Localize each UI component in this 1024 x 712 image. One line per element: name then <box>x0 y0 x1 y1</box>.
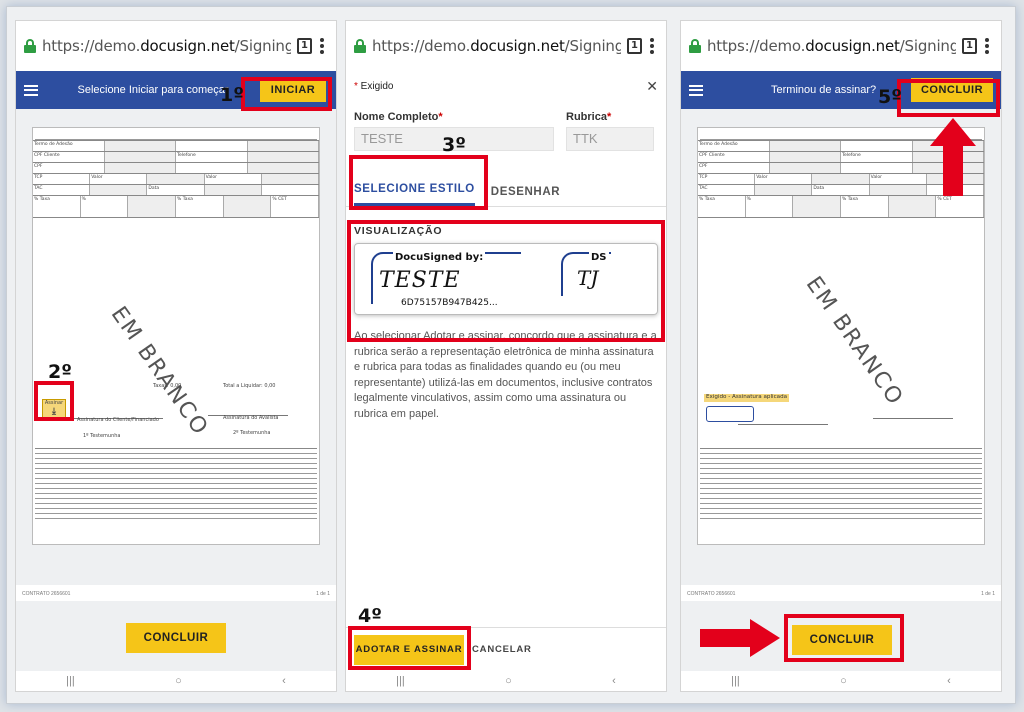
more-menu-icon[interactable] <box>320 38 324 54</box>
lock-icon <box>24 39 36 53</box>
tab-select-style[interactable]: SELECIONE ESTILO <box>354 183 475 206</box>
tabs-icon[interactable]: 1 <box>627 38 642 54</box>
home-icon[interactable]: ○ <box>175 675 182 687</box>
doc-header-line <box>35 130 317 140</box>
docusigned-by-label: DocuSigned by: <box>393 252 486 263</box>
required-note: Exigido <box>354 81 394 92</box>
close-icon[interactable]: ✕ <box>646 78 658 95</box>
signature-id: 6D75157B947B425... <box>401 298 498 308</box>
witness-2-label: 2º Testemunha <box>233 430 271 436</box>
signature-name: TESTE <box>379 268 461 293</box>
taxes-text: Taxas: 0,00 <box>153 383 182 389</box>
conclude-button[interactable]: CONCLUIR <box>792 625 892 655</box>
table-row: CPF Cliente Telefone <box>33 152 319 163</box>
ds-label: DS <box>589 252 609 263</box>
signing-header: Terminou de assinar? CONCLUIR <box>681 71 1001 109</box>
adopt-signature-dialog: Exigido ✕ Nome Completo* TESTE Rubrica* … <box>346 71 666 671</box>
download-icon: ⤓ <box>52 407 56 417</box>
browser-url-bar[interactable]: https://demo.docusign.net/Signing/? 1 <box>346 21 666 71</box>
conclude-top-button[interactable]: CONCLUIR <box>911 78 993 102</box>
initials-input[interactable]: TTK <box>566 127 654 151</box>
name-fields: Nome Completo* TESTE Rubrica* TTK <box>346 101 666 151</box>
signature-line <box>873 418 953 419</box>
start-button[interactable]: INICIAR <box>260 78 326 102</box>
dialog-header: Exigido ✕ <box>346 71 666 101</box>
signature-line <box>738 424 828 425</box>
recent-apps-icon[interactable]: ||| <box>66 675 75 687</box>
home-icon[interactable]: ○ <box>505 675 512 687</box>
document-footer: CONTRATO 2656601 1 de 1 <box>22 591 330 597</box>
initials-field: Rubrica* TTK <box>566 111 654 151</box>
android-nav-bar: ||| ○ ‹ <box>16 671 336 691</box>
phone-panel-start: https://demo.docusign.net/Signing/? 1 Se… <box>15 20 337 692</box>
tabs-icon[interactable]: 1 <box>297 38 312 54</box>
client-signature-label: Assinatura do Cliente/Financiado <box>77 417 159 423</box>
witness-1-label: 1º Testemunha <box>83 433 121 439</box>
initials-stamp: DS TJ <box>561 252 611 296</box>
table-row: % Taxa%% Taxa% CET <box>33 196 319 218</box>
tabs-icon[interactable]: 1 <box>962 38 977 54</box>
bottom-action-bar: CONCLUIR <box>16 601 336 673</box>
home-icon[interactable]: ○ <box>840 675 847 687</box>
signing-header: Selecione Iniciar para começar INICIAR <box>16 71 336 109</box>
initials-signature: TJ <box>577 266 599 290</box>
cancel-button[interactable]: CANCELAR <box>472 644 532 655</box>
table-row: TAC Data <box>33 185 319 196</box>
more-menu-icon[interactable] <box>650 38 654 54</box>
lock-icon <box>354 39 366 53</box>
browser-url-bar[interactable]: https://demo.docusign.net/Signing/? 1 <box>681 21 1001 71</box>
tab-draw[interactable]: DESENHAR <box>491 186 560 206</box>
back-icon[interactable]: ‹ <box>612 675 616 687</box>
table-row: TCP Valor Valor <box>33 174 319 185</box>
url-text[interactable]: https://demo.docusign.net/Signing/? <box>707 37 956 55</box>
initials-label: Rubrica* <box>566 111 612 123</box>
table-row: Termo de Adesão <box>33 141 319 152</box>
dialog-footer: ADOTAR E ASSINAR CANCELAR <box>346 627 666 671</box>
table-row: CPF <box>33 163 319 174</box>
step-1-label: 1º <box>220 84 244 106</box>
conclude-button-disabled[interactable]: CONCLUIR <box>126 623 226 653</box>
android-nav-bar: ||| ○ ‹ <box>681 671 1001 691</box>
signature-stamp: DocuSigned by: TESTE 6D75157B947B425... <box>371 252 521 308</box>
preview-title: VISUALIZAÇÃO <box>354 225 443 237</box>
back-icon[interactable]: ‹ <box>947 675 951 687</box>
phone-panel-adopt: https://demo.docusign.net/Signing/? 1 Ex… <box>345 20 667 692</box>
signature-applied-tag: Exigido - Assinatura aplicada <box>704 394 790 402</box>
recent-apps-icon[interactable]: ||| <box>731 675 740 687</box>
total-text: Total a Liquidar: 0,00 <box>223 383 276 389</box>
table-row: % Taxa%% Taxa% CET <box>698 196 984 218</box>
url-text[interactable]: https://demo.docusign.net/Signing/? <box>42 37 291 55</box>
lock-icon <box>689 39 701 53</box>
adopt-and-sign-button[interactable]: ADOTAR E ASSINAR <box>354 634 464 665</box>
android-nav-bar: ||| ○ ‹ <box>346 671 666 691</box>
url-text[interactable]: https://demo.docusign.net/Signing/? <box>372 37 621 55</box>
signature-tabs: SELECIONE ESTILO DESENHAR <box>346 177 666 207</box>
step-5-label: 5º <box>878 86 902 108</box>
contract-document: Termo de Adesão CPF Cliente Telefone CPF … <box>32 127 320 545</box>
preview-section: VISUALIZAÇÃO DocuSigned by: TESTE 6D7515… <box>346 225 666 315</box>
browser-url-bar[interactable]: https://demo.docusign.net/Signing/? 1 <box>16 21 336 71</box>
more-menu-icon[interactable] <box>985 38 989 54</box>
full-name-label: Nome Completo* <box>354 111 443 123</box>
arrow-right-icon <box>700 619 780 657</box>
legal-disclaimer: Ao selecionar Adotar e assinar, concordo… <box>354 330 657 420</box>
applied-signature-stamp <box>706 406 754 422</box>
step-2-label: 2º <box>48 361 72 383</box>
legal-text-block <box>35 448 317 540</box>
menu-icon[interactable] <box>689 84 703 96</box>
step-4-label: 4º <box>358 605 382 627</box>
legal-text-block <box>700 448 982 540</box>
document-footer: CONTRATO 2656601 1 de 1 <box>687 591 995 597</box>
menu-icon[interactable] <box>24 84 38 96</box>
witness-signature-label: Assinatura do Avalista <box>223 415 279 421</box>
step-3-label: 3º <box>442 134 466 156</box>
download-sign-tag[interactable]: Assinar ⤓ <box>42 399 66 419</box>
arrow-up-icon <box>930 118 976 196</box>
document-viewer[interactable]: Termo de Adesão CPF Cliente Telefone CPF … <box>16 109 336 585</box>
blank-watermark: EM BRANCO <box>800 272 909 411</box>
recent-apps-icon[interactable]: ||| <box>396 675 405 687</box>
doc-table: Termo de Adesão CPF Cliente Telefone CPF … <box>33 140 319 218</box>
signature-preview[interactable]: DocuSigned by: TESTE 6D75157B947B425... … <box>354 243 658 315</box>
back-icon[interactable]: ‹ <box>282 675 286 687</box>
